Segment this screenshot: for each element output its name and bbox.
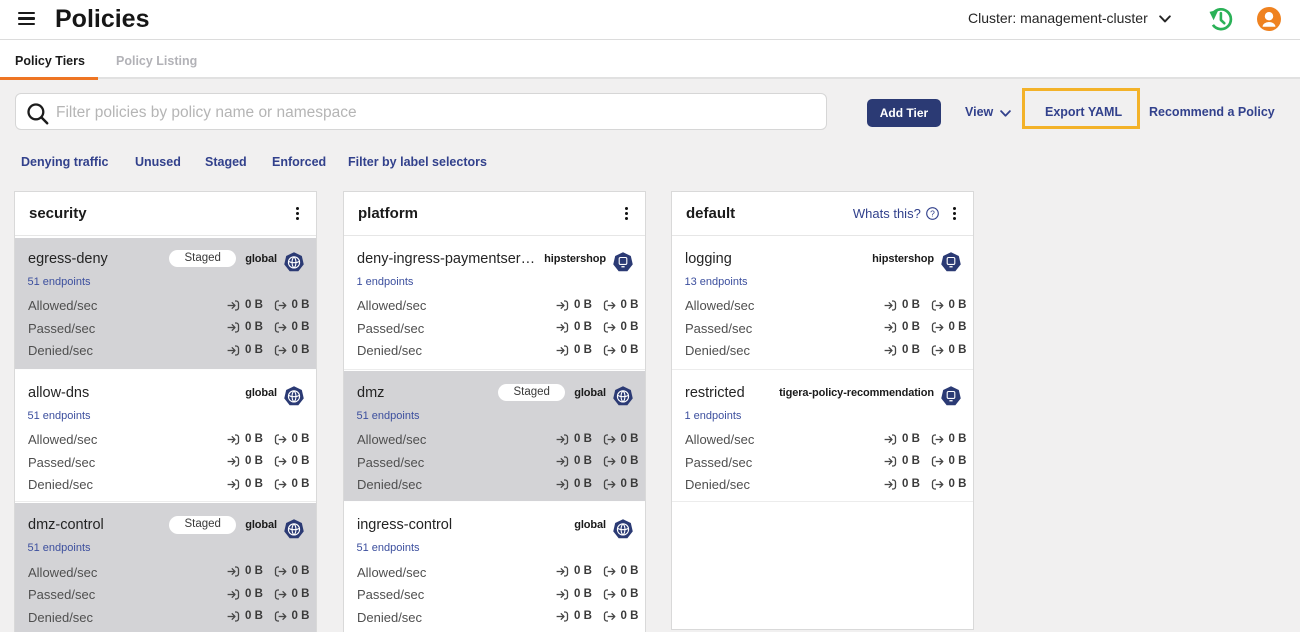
- svg-text:?: ?: [930, 208, 935, 218]
